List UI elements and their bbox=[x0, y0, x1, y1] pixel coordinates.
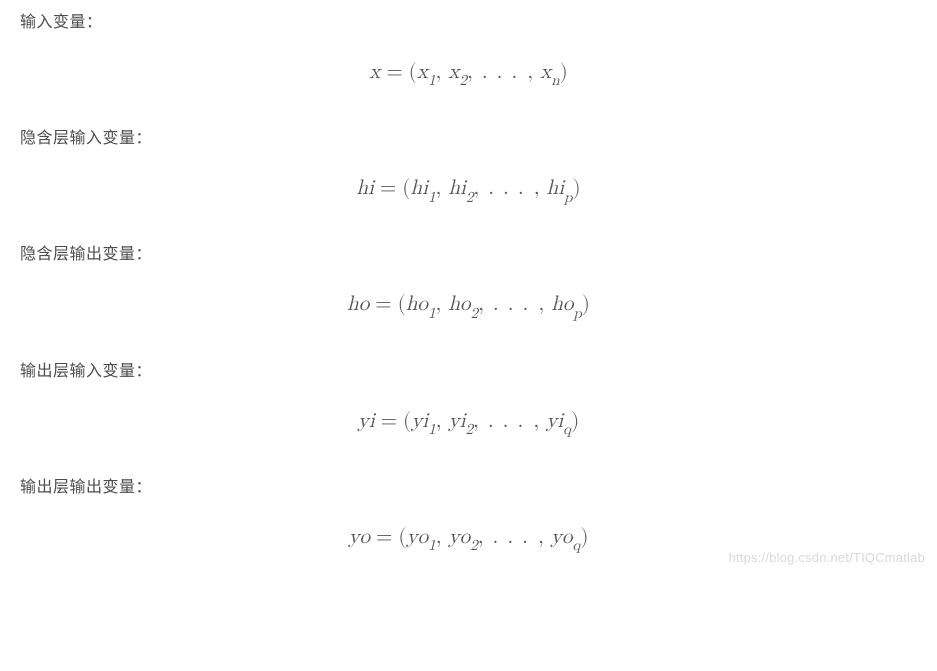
term1: x bbox=[417, 62, 428, 83]
comma: , bbox=[538, 294, 544, 315]
sub2: 2 bbox=[470, 538, 478, 553]
ellipsis: . . . bbox=[486, 178, 526, 199]
math-x: x=(x1, x2, . . . , xn) bbox=[369, 62, 568, 83]
lhs: yi bbox=[358, 411, 375, 432]
comma: , bbox=[527, 62, 533, 83]
equals-sign: = bbox=[369, 294, 397, 315]
lparen: ( bbox=[398, 527, 406, 548]
sub1: 1 bbox=[428, 422, 436, 437]
label-output-out: 输出层输出变量： bbox=[20, 473, 917, 497]
comma: , bbox=[467, 62, 473, 83]
term2: yo bbox=[449, 527, 471, 548]
term1: ho bbox=[406, 294, 428, 315]
term2: ho bbox=[448, 294, 470, 315]
watermark-text: https://blog.csdn.net/TIQCmatlab bbox=[729, 550, 925, 565]
comma: , bbox=[436, 178, 442, 199]
formula-output-out: yo=(yo1, yo2, . . . , yoq) bbox=[20, 525, 917, 553]
sub2: 2 bbox=[459, 73, 467, 88]
comma: , bbox=[534, 178, 540, 199]
sub2: 2 bbox=[466, 190, 474, 205]
term1: hi bbox=[410, 178, 428, 199]
label-output-in: 输出层输入变量： bbox=[20, 357, 917, 381]
comma: , bbox=[473, 411, 479, 432]
document-body: 输入变量： x=(x1, x2, . . . , xn) 隐含层输入变量： hi… bbox=[0, 0, 937, 571]
sub1: 1 bbox=[428, 538, 436, 553]
math-yo: yo=(yo1, yo2, . . . , yoq) bbox=[348, 527, 588, 548]
comma: , bbox=[436, 294, 442, 315]
term3: yo bbox=[551, 527, 573, 548]
comma: , bbox=[533, 411, 539, 432]
formula-output-in: yi=(yi1, yi2, . . . , yiq) bbox=[20, 409, 917, 437]
rparen: ) bbox=[572, 178, 580, 199]
sub3: n bbox=[551, 73, 559, 88]
rparen: ) bbox=[582, 294, 590, 315]
lhs: x bbox=[369, 62, 380, 83]
sub3: p bbox=[564, 190, 572, 205]
term2: x bbox=[448, 62, 459, 83]
sub3: q bbox=[563, 422, 571, 437]
label-input-var: 输入变量： bbox=[20, 8, 917, 32]
sub3: p bbox=[573, 306, 581, 321]
lparen: ( bbox=[403, 411, 411, 432]
term2: yi bbox=[449, 411, 466, 432]
sub1: 1 bbox=[428, 306, 436, 321]
math-ho: ho=(ho1, ho2, . . . , hop) bbox=[347, 294, 590, 315]
comma: , bbox=[478, 294, 484, 315]
lparen: ( bbox=[398, 294, 406, 315]
equals-sign: = bbox=[375, 411, 403, 432]
label-hidden-in: 隐含层输入变量： bbox=[20, 124, 917, 148]
formula-hidden-in: hi=(hi1, hi2, . . . , hip) bbox=[20, 176, 917, 204]
term3: hi bbox=[547, 178, 565, 199]
label-hidden-out: 隐含层输出变量： bbox=[20, 240, 917, 264]
term1: yi bbox=[411, 411, 428, 432]
math-hi: hi=(hi1, hi2, . . . , hip) bbox=[356, 178, 580, 199]
ellipsis: . . . bbox=[480, 62, 520, 83]
comma: , bbox=[478, 527, 484, 548]
comma: , bbox=[538, 527, 544, 548]
comma: , bbox=[436, 527, 442, 548]
lparen: ( bbox=[409, 62, 417, 83]
sub2: 2 bbox=[471, 306, 479, 321]
term3: yi bbox=[546, 411, 563, 432]
sub1: 1 bbox=[428, 73, 436, 88]
rparen: ) bbox=[560, 62, 568, 83]
lhs: ho bbox=[347, 294, 369, 315]
equals-sign: = bbox=[370, 527, 398, 548]
rparen: ) bbox=[580, 527, 588, 548]
term3: x bbox=[540, 62, 551, 83]
lhs: hi bbox=[356, 178, 374, 199]
ellipsis: . . . bbox=[491, 527, 531, 548]
sub3: q bbox=[572, 538, 580, 553]
equals-sign: = bbox=[380, 62, 408, 83]
ellipsis: . . . bbox=[491, 294, 531, 315]
sub1: 1 bbox=[428, 190, 436, 205]
ellipsis: . . . bbox=[486, 411, 526, 432]
term1: yo bbox=[407, 527, 429, 548]
lhs: yo bbox=[348, 527, 370, 548]
formula-hidden-out: ho=(ho1, ho2, . . . , hop) bbox=[20, 292, 917, 320]
term3: ho bbox=[551, 294, 573, 315]
term2: hi bbox=[448, 178, 466, 199]
math-yi: yi=(yi1, yi2, . . . , yiq) bbox=[358, 411, 579, 432]
comma: , bbox=[436, 62, 442, 83]
comma: , bbox=[473, 178, 479, 199]
equals-sign: = bbox=[374, 178, 402, 199]
sub2: 2 bbox=[465, 422, 473, 437]
comma: , bbox=[436, 411, 442, 432]
rparen: ) bbox=[571, 411, 579, 432]
formula-input-var: x=(x1, x2, . . . , xn) bbox=[20, 60, 917, 88]
